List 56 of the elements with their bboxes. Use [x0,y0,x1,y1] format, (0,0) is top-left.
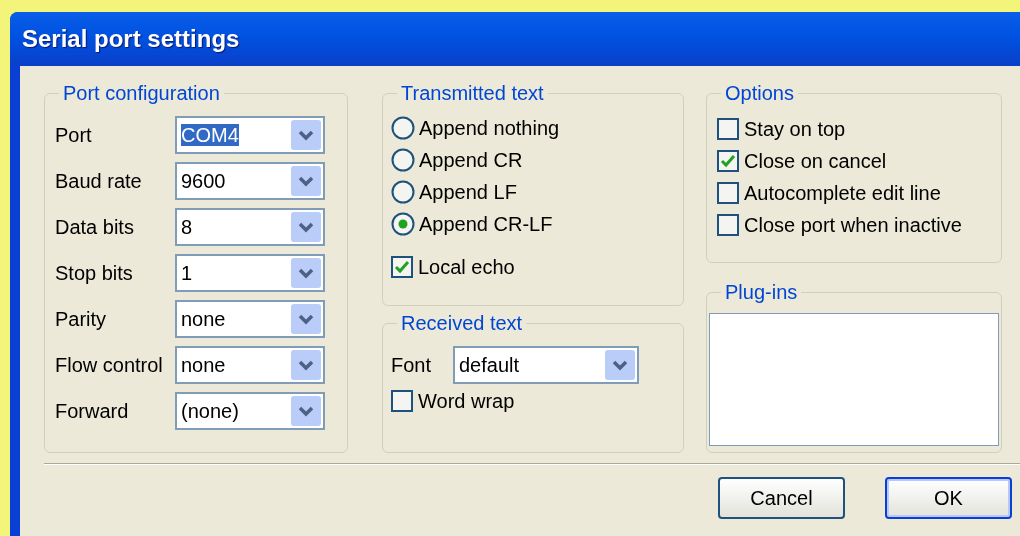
dropdown-value: none [181,307,227,332]
field-label: Stop bits [55,261,134,286]
checkbox-label: Close on cancel [744,149,887,174]
radio-label: Append nothing [419,116,560,141]
radio-label: Append CR-LF [419,212,553,237]
chevron-down-icon[interactable] [291,304,321,334]
checkbox[interactable] [717,118,739,140]
chevron-down-icon[interactable] [291,166,321,196]
dialog-button[interactable]: OK [885,477,1012,519]
checkbox-label: Stay on top [744,117,846,142]
chevron-down-icon[interactable] [291,212,321,242]
chevron-down-icon[interactable] [291,120,321,150]
radio-button[interactable] [391,180,415,204]
dropdown-value: (none) [181,399,240,424]
radio-button[interactable] [391,116,415,140]
dropdown[interactable]: none [175,346,325,384]
radio-label: Append LF [419,180,517,205]
dropdown[interactable]: default [453,346,639,384]
field-label: Port [55,123,93,148]
dropdown[interactable]: none [175,300,325,338]
checkbox[interactable] [391,390,413,412]
field-label: Baud rate [55,169,143,194]
dropdown[interactable]: COM4 [175,116,325,154]
field-label: Data bits [55,215,135,240]
chevron-down-icon[interactable] [291,258,321,288]
checkbox-label: Autocomplete edit line [744,181,941,206]
checkbox[interactable] [717,182,739,204]
plugins-list[interactable] [709,313,999,446]
chevron-down-icon[interactable] [605,350,635,380]
chevron-down-icon[interactable] [291,350,321,380]
field-label: Parity [55,307,108,332]
checkbox-label: Word wrap [418,389,515,414]
checkbox-label: Close port when inactive [744,213,962,238]
dropdown-value: default [459,353,521,378]
dropdown[interactable]: 8 [175,208,325,246]
chevron-down-icon[interactable] [291,396,321,426]
field-label: Font [391,353,433,378]
dropdown[interactable]: (none) [175,392,325,430]
window-title: Serial port settings [22,24,240,54]
dropdown-value: 9600 [181,169,227,194]
radio-button[interactable] [391,212,415,236]
field-label: Flow control [55,353,164,378]
dropdown[interactable]: 1 [175,254,325,292]
checkbox[interactable] [717,150,739,172]
radio-label: Append CR [419,148,523,173]
checkbox[interactable] [391,256,413,278]
dropdown[interactable]: 9600 [175,162,325,200]
checkbox-label: Local echo [418,255,515,280]
dropdown-value: 8 [181,215,194,240]
checkbox[interactable] [717,214,739,236]
dropdown-value: COM4 [181,123,240,148]
dialog-button[interactable]: Cancel [718,477,845,519]
dropdown-value: 1 [181,261,194,286]
field-label: Forward [55,399,130,424]
dropdown-value: none [181,353,227,378]
radio-button[interactable] [391,148,415,172]
